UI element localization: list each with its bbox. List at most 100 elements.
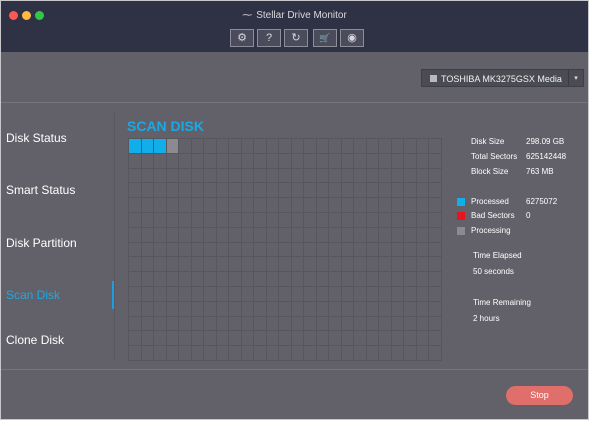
block-pending	[204, 168, 217, 184]
block-pending	[416, 331, 429, 347]
drive-select[interactable]: TOSHIBA MK3275GSX Media ▾	[421, 69, 584, 87]
cart-icon: 🛒	[319, 33, 331, 43]
block-pending	[341, 227, 354, 243]
block-processed	[141, 139, 154, 154]
block-pending	[366, 286, 379, 302]
block-pending	[241, 168, 254, 184]
block-pending	[166, 316, 179, 332]
block-pending	[379, 153, 392, 169]
block-pending	[429, 272, 442, 287]
block-pending	[129, 301, 142, 317]
block-pending	[141, 198, 154, 213]
block-pending	[154, 153, 167, 169]
block-pending	[429, 346, 442, 361]
block-pending	[241, 257, 254, 273]
block-pending	[216, 168, 229, 184]
block-pending	[416, 183, 429, 199]
block-pending	[229, 286, 242, 302]
block-pending	[291, 198, 304, 213]
block-pending	[416, 346, 429, 361]
block-pending	[391, 257, 404, 273]
block-pending	[404, 139, 417, 154]
sidebar-item-disk-partition[interactable]: Disk Partition	[6, 236, 77, 250]
block-pending	[304, 301, 317, 317]
block-pending	[429, 286, 442, 302]
sidebar-item-disk-status[interactable]: Disk Status	[6, 131, 67, 145]
block-pending	[329, 242, 342, 258]
buy-button[interactable]: 🛒	[313, 29, 337, 47]
settings-button[interactable]: ⚙	[230, 29, 254, 47]
block-pending	[329, 212, 342, 228]
block-pending	[191, 168, 204, 184]
block-pending	[141, 316, 154, 332]
block-pending	[179, 316, 192, 332]
block-pending	[129, 168, 142, 184]
block-pending	[179, 301, 192, 317]
block-pending	[191, 198, 204, 213]
toolbar-group-account: 🛒 ◉	[313, 29, 367, 47]
block-pending	[391, 198, 404, 213]
block-pending	[266, 168, 279, 184]
user-icon: ◉	[347, 32, 357, 44]
block-pending	[179, 168, 192, 184]
block-pending	[279, 242, 292, 258]
block-pending	[416, 272, 429, 287]
processed-swatch	[457, 198, 465, 206]
block-pending	[154, 346, 167, 361]
time-remaining-label: Time Remaining	[473, 298, 531, 307]
block-pending	[129, 242, 142, 258]
block-pending	[166, 286, 179, 302]
block-pending	[204, 301, 217, 317]
block-pending	[129, 331, 142, 347]
block-pending	[204, 331, 217, 347]
block-pending	[216, 346, 229, 361]
block-pending	[379, 331, 392, 347]
chevron-down-icon[interactable]: ▾	[568, 70, 583, 86]
block-pending	[229, 212, 242, 228]
block-pending	[204, 183, 217, 199]
block-pending	[291, 227, 304, 243]
block-pending	[179, 139, 192, 154]
block-pending	[429, 331, 442, 347]
block-pending	[141, 331, 154, 347]
stop-button[interactable]: Stop	[506, 386, 573, 405]
block-pending	[204, 316, 217, 332]
block-pending	[279, 286, 292, 302]
block-pending	[229, 183, 242, 199]
block-pending	[191, 153, 204, 169]
account-button[interactable]: ◉	[340, 29, 364, 47]
block-pending	[129, 272, 142, 287]
sidebar-item-smart-status[interactable]: Smart Status	[6, 183, 75, 197]
block-pending	[391, 272, 404, 287]
block-pending	[279, 198, 292, 213]
block-pending	[416, 153, 429, 169]
block-pending	[191, 183, 204, 199]
block-pending	[379, 257, 392, 273]
block-pending	[379, 272, 392, 287]
refresh-button[interactable]: ↻	[284, 29, 308, 47]
block-pending	[366, 301, 379, 317]
help-button[interactable]: ?	[257, 29, 281, 47]
block-pending	[341, 272, 354, 287]
block-pending	[354, 331, 367, 347]
sidebar-item-clone-disk[interactable]: Clone Disk	[6, 333, 64, 347]
block-pending	[329, 272, 342, 287]
block-pending	[216, 286, 229, 302]
help-icon: ?	[265, 32, 273, 44]
sidebar-item-scan-disk[interactable]: Scan Disk	[6, 288, 60, 302]
sidebar-divider	[114, 111, 115, 361]
block-pending	[266, 212, 279, 228]
processed-value: 6275072	[526, 197, 558, 206]
total-sectors-label: Total Sectors	[471, 152, 518, 161]
bad-sectors-label: Bad Sectors	[471, 211, 515, 220]
block-pending	[154, 212, 167, 228]
block-pending	[291, 301, 304, 317]
block-pending	[391, 227, 404, 243]
block-pending	[141, 242, 154, 258]
block-pending	[204, 242, 217, 258]
block-pending	[154, 286, 167, 302]
block-pending	[154, 272, 167, 287]
page-title: SCAN DISK	[127, 118, 205, 134]
block-pending	[191, 227, 204, 243]
block-pending	[279, 227, 292, 243]
